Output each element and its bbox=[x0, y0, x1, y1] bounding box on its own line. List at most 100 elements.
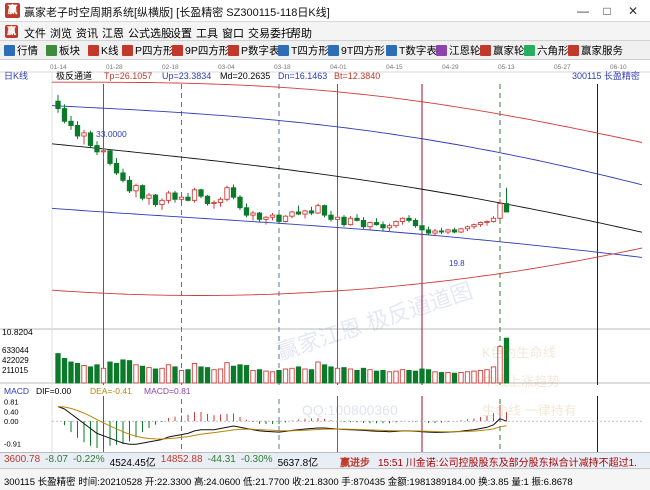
toolbar-blocks-button[interactable]: 板块 bbox=[46, 42, 80, 58]
volume-bar bbox=[412, 370, 419, 384]
index-value: -8.07 bbox=[45, 454, 68, 465]
volume-bar bbox=[81, 365, 87, 384]
candle-body bbox=[412, 219, 419, 227]
toolbar-hexagon-button[interactable]: 六角形 bbox=[524, 42, 569, 58]
toolbar-service-button[interactable]: 赢家服务 bbox=[568, 42, 623, 58]
menu-settings[interactable]: 设置 bbox=[170, 25, 192, 41]
volume-bar bbox=[100, 367, 107, 384]
chart-svg[interactable]: 01-14 01-28 02-18 03-04 03-18 04-01 04-15 04-29… bbox=[0, 60, 650, 452]
toolbar-label: 行情 bbox=[17, 44, 38, 57]
menu-file[interactable]: 文件 bbox=[24, 25, 46, 41]
p-table-icon bbox=[228, 44, 239, 56]
toolbar-gann-wheel-button[interactable]: 江恩轮 bbox=[436, 42, 481, 58]
candle-body bbox=[87, 132, 94, 146]
volume-bar bbox=[178, 369, 185, 384]
menu-help[interactable]: 帮助 bbox=[290, 25, 312, 41]
macd-dif-label: DIF=0.00 bbox=[36, 386, 71, 396]
minimize-button[interactable]: — bbox=[572, 3, 594, 19]
toolbar-label: K线 bbox=[101, 44, 119, 57]
toolbar-9p-square-button[interactable]: 9P四方形 bbox=[172, 42, 229, 58]
candle-body bbox=[321, 205, 328, 216]
volume-bar bbox=[341, 367, 347, 384]
toolbar-candle-button[interactable]: K线 bbox=[88, 42, 119, 58]
menu-formula[interactable]: 公式选股 bbox=[128, 25, 172, 41]
volume-axis-label: 211015 bbox=[2, 366, 29, 375]
candle-body bbox=[484, 221, 490, 223]
candle-body bbox=[204, 195, 211, 204]
candle-body bbox=[217, 198, 224, 203]
volume-bar bbox=[432, 371, 438, 384]
toolbar-label: 赢家服务 bbox=[581, 44, 623, 57]
toolbar-label: 江恩轮 bbox=[449, 44, 481, 57]
macd-axis-label: 0.40 bbox=[4, 407, 19, 416]
candle-body bbox=[302, 210, 308, 215]
channel-param-label: Up=23.3834 bbox=[162, 71, 211, 81]
maximize-button[interactable]: □ bbox=[596, 3, 618, 19]
stock-label: 300115 长盈精密 bbox=[572, 70, 640, 81]
t-table-icon bbox=[386, 44, 397, 56]
candle-body bbox=[386, 225, 393, 229]
menu-tools[interactable]: 工具 bbox=[196, 25, 218, 41]
menu-news[interactable]: 资讯 bbox=[76, 25, 98, 41]
index-value: -0.30% bbox=[240, 454, 273, 465]
volume-bar bbox=[172, 366, 178, 384]
toolbar-t-table-button[interactable]: T数字表 bbox=[386, 42, 437, 58]
candle-body bbox=[458, 228, 464, 233]
candle-body bbox=[100, 150, 107, 153]
toolbar-p-table-button[interactable]: P数字表 bbox=[228, 42, 280, 58]
candle-body bbox=[477, 222, 484, 226]
volume-bar bbox=[295, 366, 302, 384]
toolbar: 行情 板块 K线 P四方形 9P四方形 P数字表 T四方形 9T四方形 T数字表 江恩轮 赢家轮 六角… bbox=[0, 41, 650, 60]
volume-bar bbox=[230, 365, 237, 384]
volume-bar bbox=[419, 368, 425, 384]
chart-area[interactable]: 01-14 01-28 02-18 03-04 03-18 04-01 04-15 04-29… bbox=[0, 60, 650, 464]
volume-bar bbox=[276, 369, 282, 384]
volume-bar bbox=[113, 362, 120, 384]
hexagon-icon bbox=[524, 44, 535, 56]
toolbar-9t-square-button[interactable]: 9T四方形 bbox=[328, 42, 385, 58]
date-tick-label: 03-18 bbox=[274, 64, 291, 71]
candle-body bbox=[139, 185, 146, 199]
volume-bar bbox=[321, 364, 328, 384]
blocks-icon bbox=[46, 44, 57, 56]
volume-bar bbox=[445, 372, 451, 384]
macd-axis-label: 0.81 bbox=[4, 397, 19, 406]
candle-body bbox=[178, 196, 185, 200]
candle-body bbox=[497, 203, 503, 219]
menu-gann[interactable]: 江恩 bbox=[102, 25, 124, 41]
index-value: 14852.88 bbox=[160, 454, 203, 465]
candle-body bbox=[191, 189, 198, 201]
candle-body bbox=[256, 212, 263, 220]
menu-trade[interactable]: 交易委托 bbox=[248, 25, 292, 41]
volume-bar bbox=[107, 361, 113, 384]
high-price-label: 33.0000 bbox=[96, 129, 127, 139]
toolbar-grid-button[interactable]: 行情 bbox=[4, 42, 38, 58]
indicator-name: 极反通道 bbox=[56, 70, 92, 81]
news-ticker[interactable]: 15:51 川金诺:公司控股股东及部分股东拟合计减持不超过1. bbox=[378, 454, 650, 469]
volume-bar bbox=[224, 362, 230, 384]
volume-bar bbox=[302, 368, 308, 384]
date-tick-label: 01-14 bbox=[50, 64, 67, 71]
candle-body bbox=[250, 212, 256, 216]
volume-bar bbox=[211, 369, 217, 384]
menu-browse[interactable]: 浏览 bbox=[50, 25, 72, 41]
toolbar-t-square-button[interactable]: T四方形 bbox=[278, 42, 329, 58]
toolbar-p-square-button[interactable]: P四方形 bbox=[122, 42, 174, 58]
menu-window[interactable]: 窗口 bbox=[222, 25, 244, 41]
candle-body bbox=[295, 211, 302, 215]
candle-body bbox=[237, 196, 243, 209]
candle-body bbox=[159, 199, 165, 206]
close-button[interactable]: ✕ bbox=[622, 3, 644, 19]
volume-bar bbox=[133, 364, 139, 384]
volume-bar bbox=[464, 371, 471, 384]
macd-axis-label: -0.91 bbox=[4, 439, 21, 448]
candle-body bbox=[133, 185, 139, 192]
toolbar-label: 板块 bbox=[59, 44, 80, 57]
macd-dea-label: DEA=-0.41 bbox=[90, 386, 132, 396]
volume-bar bbox=[328, 366, 334, 384]
title-bar: 赢 赢家老子时空周期系统[纵横版] [长盈精密 SZ300115-118日K线]… bbox=[0, 0, 650, 22]
toolbar-winner-wheel-button[interactable]: 赢家轮 bbox=[480, 42, 525, 58]
candle-body bbox=[432, 230, 438, 234]
channel-param-label: Tp=26.1057 bbox=[104, 71, 152, 81]
candle-body bbox=[451, 229, 458, 233]
